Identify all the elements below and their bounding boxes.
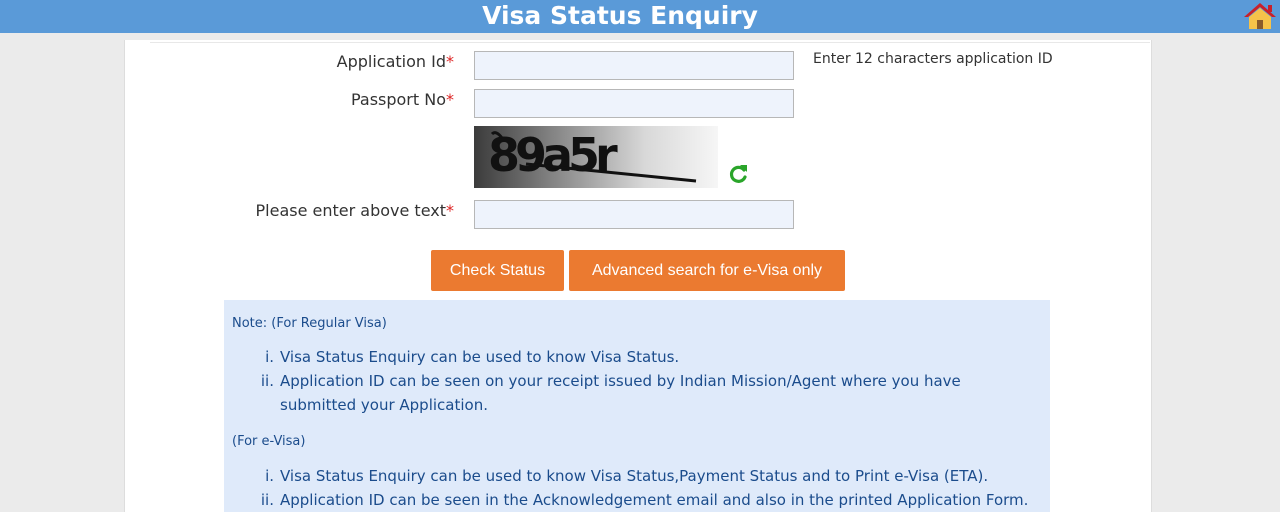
- application-id-input[interactable]: [474, 51, 794, 80]
- evisa-note-heading: (For e-Visa): [232, 434, 306, 449]
- passport-no-label: Passport No*: [350, 90, 454, 109]
- list-item: ii. Application ID can be seen on your re…: [260, 372, 961, 414]
- required-mark: *: [446, 52, 454, 71]
- page-header: Visa Status Enquiry: [0, 0, 1280, 33]
- captcha-noise-line: [490, 131, 697, 183]
- required-mark: *: [446, 90, 454, 109]
- captcha-image: 89a5r: [474, 126, 718, 188]
- captcha-input[interactable]: [474, 200, 794, 229]
- notes-box: Note: (For Regular Visa) i. Visa Status E…: [224, 300, 1050, 512]
- required-mark: *: [446, 201, 454, 220]
- check-status-button[interactable]: Check Status: [431, 250, 564, 291]
- page-title: Visa Status Enquiry: [482, 1, 758, 30]
- captcha-input-label: Please enter above text*: [255, 201, 455, 220]
- evisa-note-list: i. Visa Status Enquiry can be used to kno…: [254, 464, 1034, 512]
- application-id-label: Application Id*: [336, 52, 454, 71]
- passport-no-input[interactable]: [474, 89, 794, 118]
- divider: [150, 42, 1150, 43]
- list-item: i. Visa Status Enquiry can be used to kno…: [265, 348, 680, 366]
- list-item: ii. Application ID can be seen in the Ack…: [260, 491, 1029, 509]
- home-icon[interactable]: [1243, 1, 1277, 31]
- advanced-search-button[interactable]: Advanced search for e-Visa only: [569, 250, 845, 291]
- application-id-hint: Enter 12 characters application ID: [813, 51, 1053, 67]
- list-item: i. Visa Status Enquiry can be used to kno…: [265, 467, 989, 485]
- refresh-icon[interactable]: [727, 163, 749, 185]
- regular-visa-note-list: i. Visa Status Enquiry can be used to kno…: [254, 345, 1034, 417]
- regular-visa-note-heading: Note: (For Regular Visa): [232, 316, 387, 331]
